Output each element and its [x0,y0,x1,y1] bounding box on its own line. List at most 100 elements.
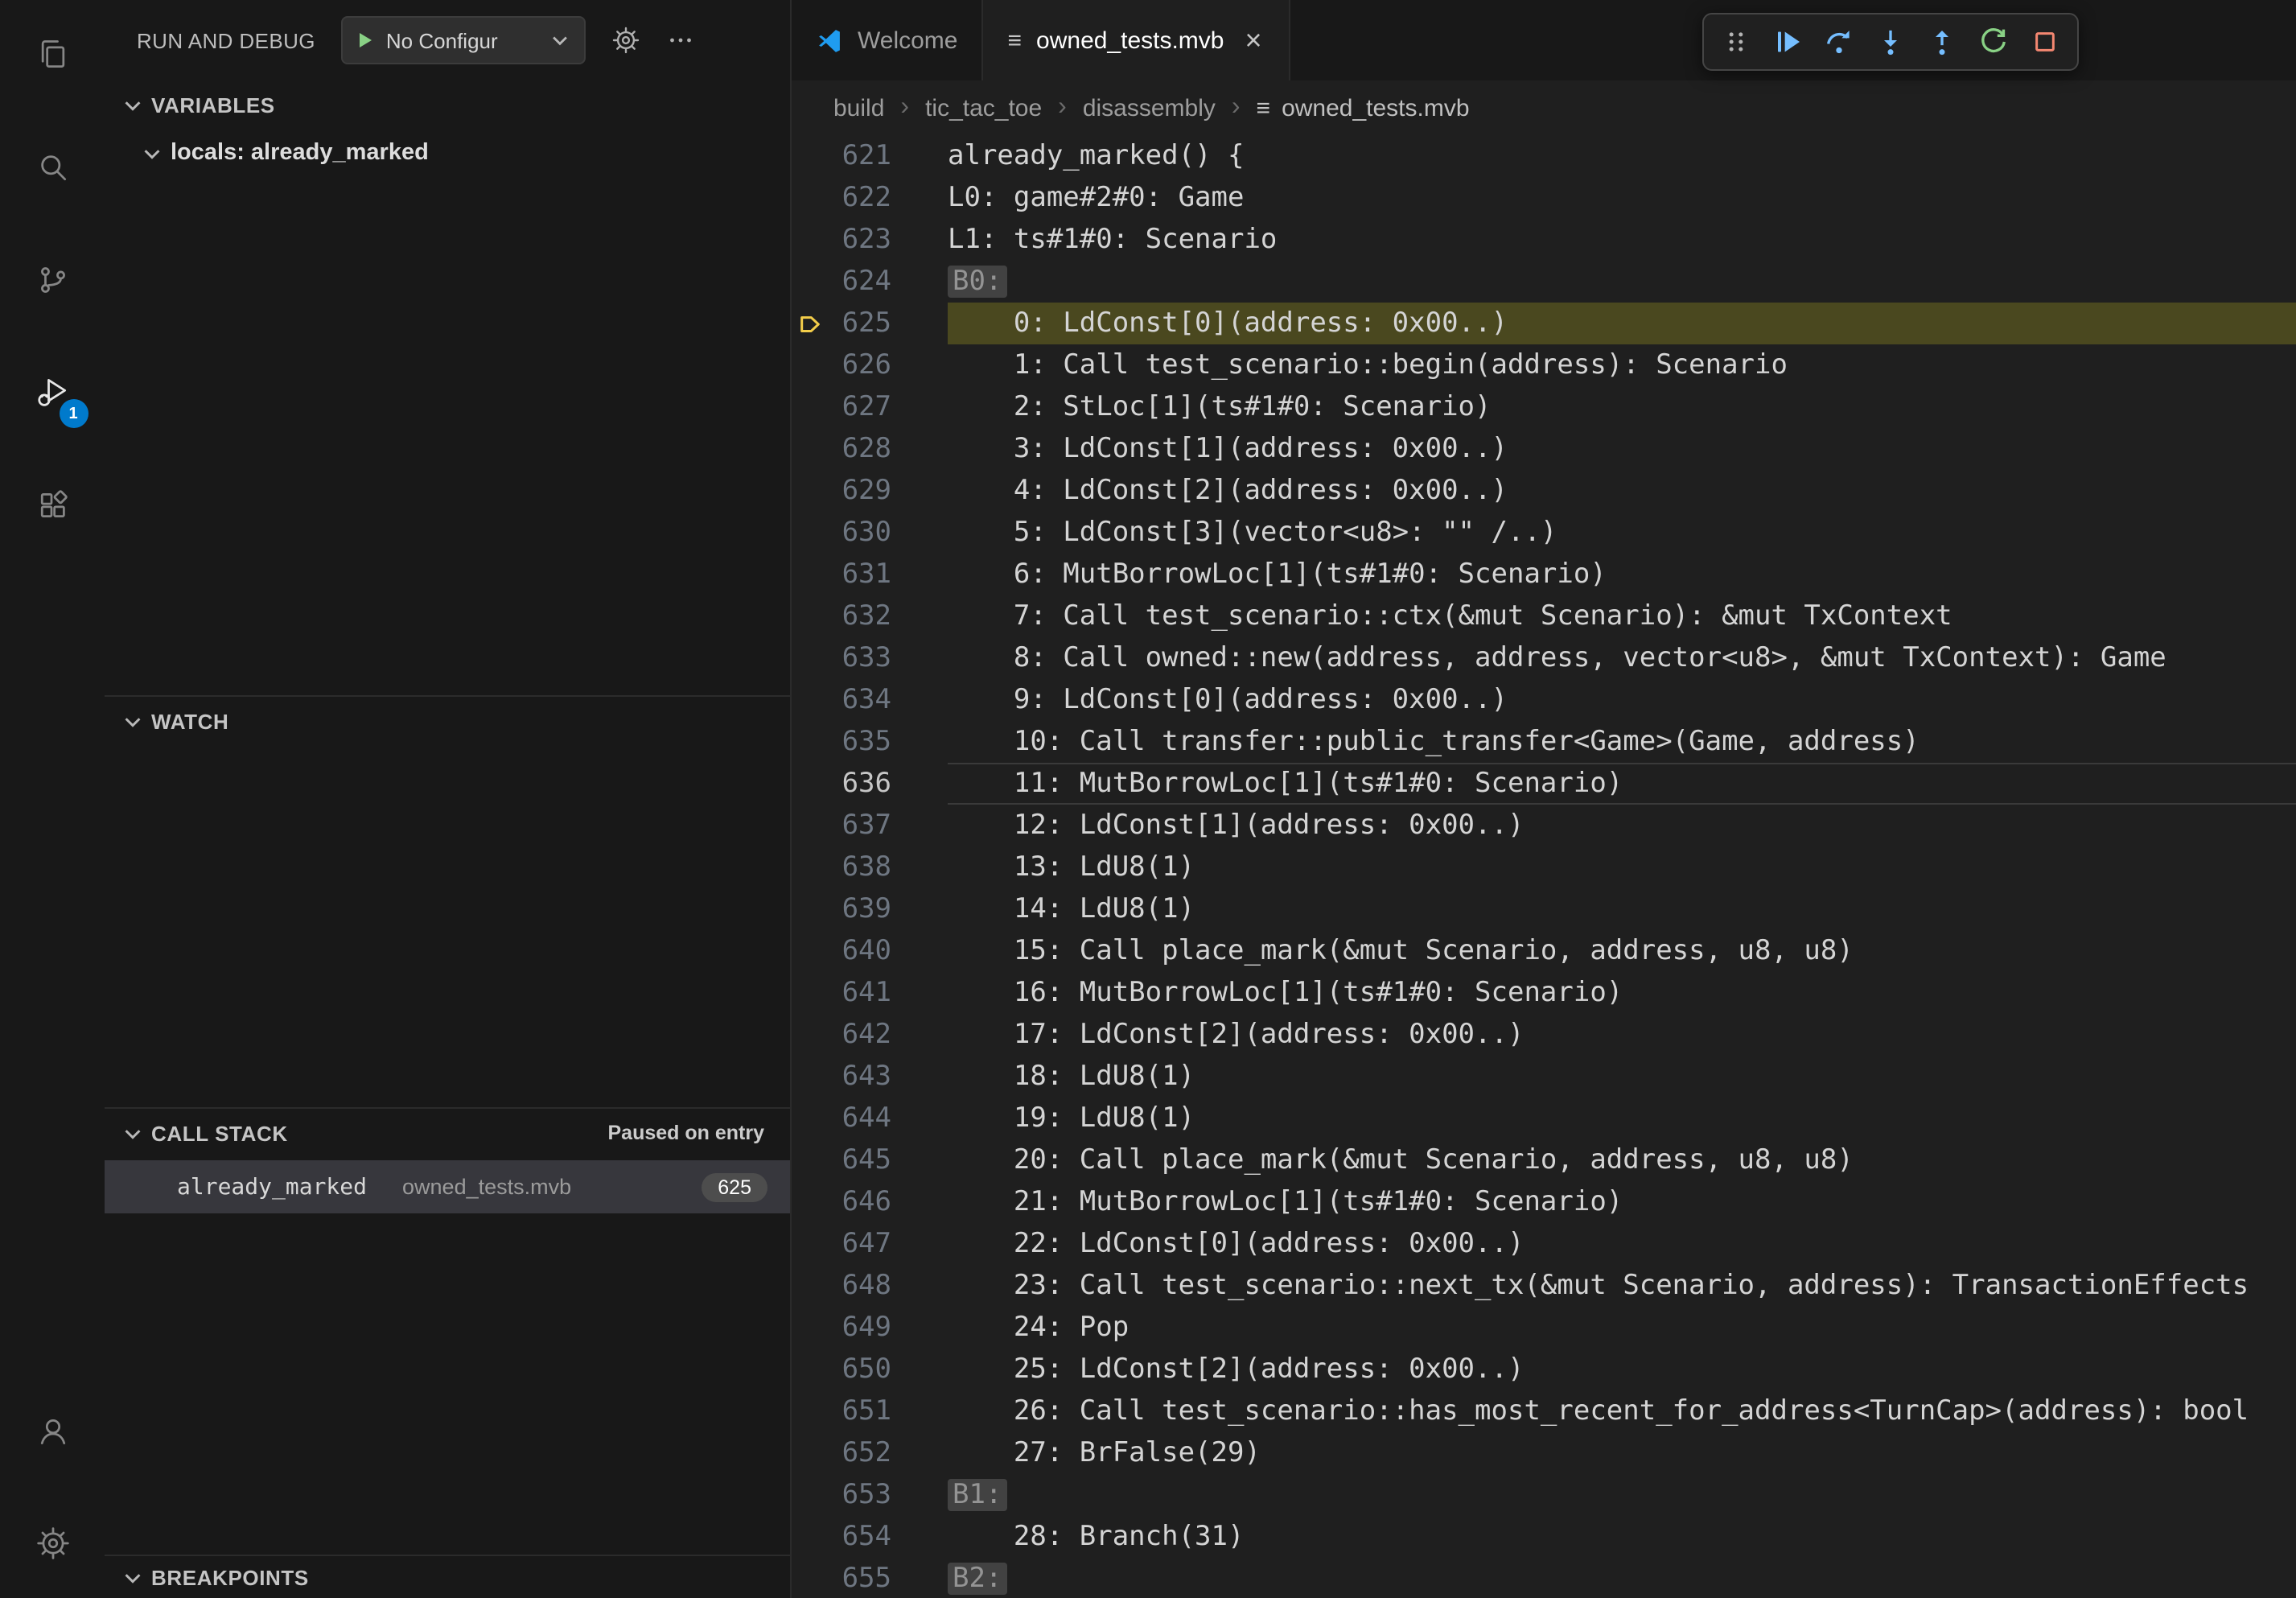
gutter-marker[interactable] [792,177,827,219]
line-number[interactable]: 646 [827,1181,891,1223]
line-number[interactable]: 652 [827,1432,891,1474]
line-number[interactable]: 655 [827,1558,891,1598]
line-number[interactable]: 625 [827,303,891,344]
code-line-642[interactable]: 642 17: LdConst[2](address: 0x00..) [792,1014,2296,1056]
gutter-marker[interactable] [792,1223,827,1265]
activity-item-accounts[interactable] [10,1389,94,1472]
line-number[interactable]: 647 [827,1223,891,1265]
code-line-634[interactable]: 634 9: LdConst[0](address: 0x00..) [792,679,2296,721]
breadcrumb-item-tic-tac-toe[interactable]: tic_tac_toe [925,94,1042,121]
gutter-marker[interactable] [792,763,827,805]
gutter-marker[interactable] [792,1432,827,1474]
step-out-button[interactable] [1918,18,1966,66]
line-number[interactable]: 630 [827,512,891,554]
line-number[interactable]: 638 [827,846,891,888]
gutter-marker[interactable] [792,470,827,512]
line-number[interactable]: 640 [827,930,891,972]
line-number[interactable]: 643 [827,1056,891,1098]
code-line-636[interactable]: 636 11: MutBorrowLoc[1](ts#1#0: Scenario… [792,763,2296,805]
gutter-marker[interactable] [792,1516,827,1558]
watch-header[interactable]: WATCH [105,697,790,745]
gutter-marker[interactable] [792,219,827,261]
code-line-622[interactable]: 622L0: game#2#0: Game [792,177,2296,219]
line-number[interactable]: 650 [827,1349,891,1390]
code-line-644[interactable]: 644 19: LdU8(1) [792,1098,2296,1139]
line-number[interactable]: 645 [827,1139,891,1181]
code-line-633[interactable]: 633 8: Call owned::new(address, address,… [792,637,2296,679]
gutter-marker[interactable] [792,344,827,386]
code-line-651[interactable]: 651 26: Call test_scenario::has_most_rec… [792,1390,2296,1432]
step-over-button[interactable] [1815,18,1863,66]
code-line-625[interactable]: 625 0: LdConst[0](address: 0x00..) [792,303,2296,344]
code-line-623[interactable]: 623L1: ts#1#0: Scenario [792,219,2296,261]
variables-scope-locals[interactable]: locals: already_marked [105,129,790,177]
gutter-marker[interactable] [792,386,827,428]
line-number[interactable]: 649 [827,1307,891,1349]
breadcrumb-item-file[interactable]: ≡ owned_tests.mvb [1257,94,1470,121]
line-number[interactable]: 639 [827,888,891,930]
code-line-645[interactable]: 645 20: Call place_mark(&mut Scenario, a… [792,1139,2296,1181]
stop-button[interactable] [2021,18,2069,66]
code-line-626[interactable]: 626 1: Call test_scenario::begin(address… [792,344,2296,386]
start-debug-icon[interactable] [356,31,375,50]
code-line-649[interactable]: 649 24: Pop [792,1307,2296,1349]
code-line-650[interactable]: 650 25: LdConst[2](address: 0x00..) [792,1349,2296,1390]
activity-item-search[interactable] [10,126,94,209]
activity-item-run-and-debug[interactable]: 1 [10,351,94,435]
gutter-marker[interactable] [792,1474,827,1516]
gutter-marker[interactable] [792,930,827,972]
line-number[interactable]: 628 [827,428,891,470]
code-line-630[interactable]: 630 5: LdConst[3](vector<u8>: "" /..) [792,512,2296,554]
gutter-marker[interactable] [792,846,827,888]
gutter-marker[interactable] [792,554,827,595]
activity-item-source-control[interactable] [10,238,94,322]
gutter-marker[interactable] [792,1390,827,1432]
debug-config-dropdown[interactable]: No Configur [341,16,586,64]
code-line-632[interactable]: 632 7: Call test_scenario::ctx(&mut Scen… [792,595,2296,637]
gutter-marker[interactable] [792,512,827,554]
breadcrumb-item-build[interactable]: build [833,94,884,121]
line-number[interactable]: 642 [827,1014,891,1056]
line-number[interactable]: 626 [827,344,891,386]
line-number[interactable]: 641 [827,972,891,1014]
line-number[interactable]: 621 [827,135,891,177]
code-line-621[interactable]: 621already_marked() { [792,135,2296,177]
code-line-627[interactable]: 627 2: StLoc[1](ts#1#0: Scenario) [792,386,2296,428]
variables-header[interactable]: VARIABLES [105,80,790,129]
gutter-marker[interactable] [792,637,827,679]
line-number[interactable]: 653 [827,1474,891,1516]
gutter-marker[interactable] [792,1181,827,1223]
tab-welcome[interactable]: Welcome [792,0,984,80]
gutter-marker[interactable] [792,1098,827,1139]
restart-button[interactable] [1969,18,2018,66]
gutter-marker[interactable] [792,972,827,1014]
gutter-marker[interactable] [792,261,827,303]
line-number[interactable]: 648 [827,1265,891,1307]
continue-button[interactable] [1763,18,1812,66]
call-stack-frame[interactable]: already_marked owned_tests.mvb 625 [105,1160,790,1213]
gutter-marker[interactable] [792,428,827,470]
breadcrumb-item-disassembly[interactable]: disassembly [1083,94,1216,121]
code-line-643[interactable]: 643 18: LdU8(1) [792,1056,2296,1098]
code-line-637[interactable]: 637 12: LdConst[1](address: 0x00..) [792,805,2296,846]
code-line-631[interactable]: 631 6: MutBorrowLoc[1](ts#1#0: Scenario) [792,554,2296,595]
gutter-marker[interactable] [792,1558,827,1598]
gutter-marker[interactable] [792,1014,827,1056]
code-line-648[interactable]: 648 23: Call test_scenario::next_tx(&mut… [792,1265,2296,1307]
more-actions-icon[interactable] [666,26,695,55]
line-number[interactable]: 637 [827,805,891,846]
gutter-marker[interactable] [792,135,827,177]
toolbar-gripper-icon[interactable] [1712,18,1760,66]
line-number[interactable]: 622 [827,177,891,219]
line-number[interactable]: 623 [827,219,891,261]
gutter-marker[interactable] [792,805,827,846]
tab-owned-tests[interactable]: ≡ owned_tests.mvb × [984,0,1291,80]
code-line-629[interactable]: 629 4: LdConst[2](address: 0x00..) [792,470,2296,512]
code-line-639[interactable]: 639 14: LdU8(1) [792,888,2296,930]
gutter-marker[interactable] [792,679,827,721]
activity-item-explorer[interactable] [10,13,94,97]
line-number[interactable]: 632 [827,595,891,637]
line-number[interactable]: 629 [827,470,891,512]
line-number[interactable]: 633 [827,637,891,679]
line-number[interactable]: 636 [827,763,891,805]
